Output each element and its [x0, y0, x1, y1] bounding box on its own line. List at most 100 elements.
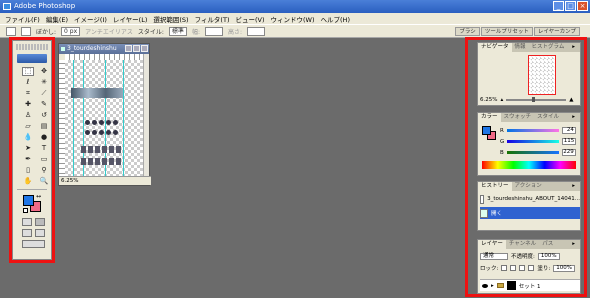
- blue-channel-value[interactable]: 229: [561, 149, 576, 156]
- lock-all-icon[interactable]: [528, 265, 535, 271]
- path-selection-tool[interactable]: ➤: [22, 144, 34, 153]
- marquee-tool[interactable]: ⬚: [22, 67, 34, 76]
- height-input[interactable]: [247, 26, 265, 36]
- doc-minimize-icon[interactable]: [125, 45, 132, 52]
- notes-tool[interactable]: ▯: [22, 166, 34, 175]
- red-channel-value[interactable]: 24: [561, 127, 576, 134]
- gradient-tool[interactable]: ▤: [38, 122, 50, 131]
- tab-history[interactable]: ヒストリー: [478, 182, 512, 191]
- zoom-out-icon[interactable]: ▴: [500, 97, 503, 103]
- layer-mask-thumbnail[interactable]: [506, 281, 516, 290]
- slice-tool[interactable]: ⟋: [38, 89, 50, 98]
- brush-tool[interactable]: ✎: [38, 100, 50, 109]
- foreground-color-swatch[interactable]: [23, 195, 34, 206]
- tab-actions[interactable]: アクション: [512, 182, 545, 191]
- swap-colors-icon[interactable]: ↔: [36, 193, 41, 200]
- navigator-zoom-slider[interactable]: [506, 97, 567, 102]
- eyedropper-tool[interactable]: ⚲: [38, 166, 50, 175]
- panel-menu-icon[interactable]: ▸: [569, 240, 578, 249]
- history-snapshot-row[interactable]: 3_tourdeshinshu_ABOUT_14041...: [480, 193, 580, 205]
- jump-to-imageready-icon[interactable]: [22, 240, 45, 248]
- toolbox-grip[interactable]: [16, 44, 48, 50]
- magic-wand-tool[interactable]: ✳: [38, 78, 50, 87]
- standard-mode-icon[interactable]: [22, 218, 32, 226]
- style-select[interactable]: 標準: [168, 26, 187, 36]
- blue-channel-slider[interactable]: [506, 151, 559, 154]
- navigator-thumbnail[interactable]: [492, 55, 570, 95]
- tab-histogram[interactable]: ヒストグラム: [529, 43, 568, 52]
- hand-tool[interactable]: ✋: [22, 177, 34, 186]
- screen-mode-standard-icon[interactable]: [22, 229, 32, 237]
- menu-edit[interactable]: 編集(E): [46, 14, 68, 24]
- zoom-in-icon[interactable]: ▲: [569, 97, 573, 103]
- doc-close-icon[interactable]: [141, 45, 148, 52]
- fill-input[interactable]: 100%: [553, 264, 575, 272]
- color-spectrum-bar[interactable]: [482, 161, 576, 169]
- close-icon[interactable]: ×: [577, 1, 588, 11]
- blend-mode-select[interactable]: 通常: [480, 252, 508, 260]
- document-zoom-level[interactable]: 6.25%: [59, 176, 151, 185]
- expand-triangle-icon[interactable]: ▸: [491, 283, 494, 289]
- eraser-tool[interactable]: ▱: [22, 122, 34, 131]
- lock-transparency-icon[interactable]: [501, 265, 508, 271]
- lasso-tool[interactable]: ℓ: [22, 78, 34, 87]
- panel-menu-icon[interactable]: ▸: [569, 43, 578, 52]
- menu-help[interactable]: ヘルプ(H): [321, 14, 350, 24]
- document-vertical-scrollbar[interactable]: [143, 54, 149, 178]
- menu-file[interactable]: ファイル(F): [5, 14, 40, 24]
- menu-filter[interactable]: フィルタ(T): [195, 14, 230, 24]
- tab-color[interactable]: カラー: [478, 113, 501, 122]
- shape-tool[interactable]: ▭: [38, 155, 50, 164]
- healing-brush-tool[interactable]: ✚: [22, 100, 34, 109]
- dodge-tool[interactable]: ●: [38, 133, 50, 142]
- menu-view[interactable]: ビュー(V): [235, 14, 264, 24]
- well-tab-brushes[interactable]: ブラシ: [455, 27, 480, 36]
- tab-swatches[interactable]: スウォッチ: [501, 113, 535, 122]
- crop-tool[interactable]: ⌗: [22, 89, 34, 98]
- feather-input[interactable]: 0 px: [61, 26, 81, 36]
- navigator-zoom-value[interactable]: 6.25%: [480, 97, 497, 103]
- document-canvas[interactable]: [65, 60, 145, 178]
- red-channel-slider[interactable]: [506, 129, 559, 132]
- pen-tool[interactable]: ✒: [22, 155, 34, 164]
- default-colors-icon[interactable]: [23, 208, 28, 213]
- tab-navigator[interactable]: ナビゲータ: [478, 43, 512, 52]
- tab-paths[interactable]: パス: [539, 240, 556, 249]
- panel-menu-icon[interactable]: ▸: [569, 113, 578, 122]
- doc-maximize-icon[interactable]: [133, 45, 140, 52]
- maximize-icon[interactable]: □: [565, 1, 576, 11]
- lock-position-icon[interactable]: [519, 265, 526, 271]
- opacity-input[interactable]: 100%: [537, 252, 560, 260]
- tab-info[interactable]: 情報: [512, 43, 529, 52]
- history-step-row[interactable]: 開く: [480, 207, 580, 219]
- selection-mode-buttons[interactable]: [21, 26, 31, 36]
- visibility-eye-icon[interactable]: [482, 283, 488, 288]
- well-tab-tool-presets[interactable]: ツールプリセット: [480, 27, 533, 36]
- type-tool[interactable]: T: [38, 144, 50, 153]
- well-tab-layer-comps[interactable]: レイヤーカンプ: [533, 27, 580, 36]
- zoom-tool[interactable]: 🔍: [38, 177, 50, 186]
- move-tool[interactable]: ✥: [38, 67, 50, 76]
- document-title-bar[interactable]: 3_tourdeshinshu: [59, 44, 149, 54]
- blur-tool[interactable]: 💧: [22, 133, 34, 142]
- tab-channels[interactable]: チャンネル: [506, 240, 539, 249]
- menu-image[interactable]: イメージ(I): [74, 14, 107, 24]
- screen-mode-full-icon[interactable]: [35, 229, 45, 237]
- navigator-view-box[interactable]: [528, 55, 556, 95]
- tool-preset-picker[interactable]: [6, 26, 16, 36]
- quick-mask-icon[interactable]: [35, 218, 45, 226]
- guide-line[interactable]: [73, 60, 74, 178]
- menu-window[interactable]: ウィンドウ(W): [271, 14, 315, 24]
- clone-stamp-tool[interactable]: ♙: [22, 111, 34, 120]
- panel-menu-icon[interactable]: ▸: [569, 182, 578, 191]
- width-input[interactable]: [204, 26, 223, 36]
- antialias-checkbox[interactable]: アンチエイリアス: [85, 27, 133, 36]
- menu-select[interactable]: 選択範囲(S): [153, 14, 188, 24]
- green-channel-slider[interactable]: [507, 140, 560, 143]
- lock-image-icon[interactable]: [510, 265, 517, 271]
- tab-styles[interactable]: スタイル: [534, 113, 562, 122]
- green-channel-value[interactable]: 115: [562, 138, 577, 145]
- color-panel-foreground[interactable]: [482, 126, 491, 135]
- layer-row[interactable]: ▸ セット 1: [480, 279, 580, 291]
- guide-line[interactable]: [123, 60, 124, 178]
